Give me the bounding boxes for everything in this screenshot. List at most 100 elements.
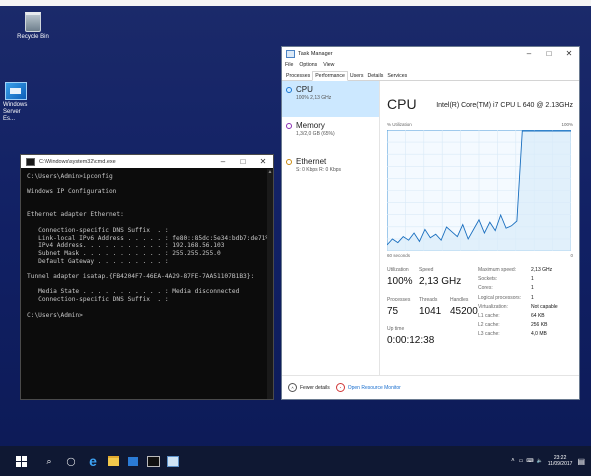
menu-view[interactable]: View (323, 62, 334, 68)
cmd-line: Media State . . . . . . . . . . . : Medi… (27, 288, 240, 296)
menu-options[interactable]: Options (299, 62, 317, 68)
tab-users[interactable]: Users (348, 72, 366, 80)
uptime-value: 0:00:12:38 (387, 335, 435, 346)
spec-value: Not capable (531, 303, 558, 310)
maximize-button[interactable]: □ (233, 157, 253, 166)
cmd-line: Connection-specific DNS Suffix . : (27, 226, 169, 234)
cmd-line (27, 304, 267, 312)
store-icon[interactable] (124, 454, 142, 468)
cpu-indicator-icon (286, 87, 292, 93)
tm-title-bar[interactable]: Task Manager – □ ✕ (282, 47, 579, 60)
cmd-line: Connection-specific DNS Suffix . : (27, 296, 169, 304)
tab-performance[interactable]: Performance (312, 71, 348, 81)
cmd-title-bar[interactable]: C:\Windows\system32\cmd.exe – □ ✕ (21, 155, 273, 168)
windows-server-icon (5, 82, 27, 100)
close-button[interactable]: ✕ (253, 157, 273, 166)
memory-indicator-icon (286, 123, 292, 129)
keyboard-icon[interactable]: ⌨ (526, 458, 533, 464)
screen-bezel (0, 0, 591, 6)
tab-services[interactable]: Services (385, 72, 409, 80)
cmd-window[interactable]: C:\Windows\system32\cmd.exe – □ ✕ C:\Use… (20, 154, 274, 400)
spec-key: Cores: (478, 285, 493, 292)
notifications-icon[interactable]: ▤ (577, 457, 585, 466)
resource-detail: 1,3/2,0 GB (65%) (296, 131, 335, 137)
start-button[interactable] (12, 454, 30, 468)
cmd-line (27, 181, 267, 189)
threads-value: 1041 (419, 306, 442, 317)
spec-value: 2,13 GHz (531, 267, 553, 273)
desktop-icon-label: Recycle Bin (17, 34, 49, 40)
processes-label: Processes (387, 297, 411, 303)
clock-date: 11/09/2017 (547, 461, 573, 467)
threads-label: Threads (419, 297, 438, 303)
task-manager-taskbar-icon[interactable] (164, 454, 182, 468)
spec-value: 1 (531, 285, 534, 292)
clock[interactable]: 23:22 11/09/2017 (548, 455, 573, 467)
tm-footer: ˄ Fewer details ◔ Open Resource Monitor (282, 375, 579, 399)
spec-value: 256 KB (531, 322, 548, 329)
speed-label: Speed (419, 267, 434, 273)
cmd-line (27, 196, 267, 204)
cmd-output[interactable]: C:\Users\Admin>ipconfig Windows IP Config… (21, 168, 273, 324)
task-view-icon[interactable]: ◯ (62, 454, 80, 468)
open-resource-monitor-link[interactable]: Open Resource Monitor (348, 385, 401, 391)
spec-key: L2 cache: (478, 322, 500, 329)
cmd-line: Link-local IPv6 Address . . . . . : fe80… (27, 234, 273, 242)
file-explorer-icon[interactable] (104, 454, 122, 468)
resource-ethernet[interactable]: Ethernet S: 0 Kbps R: 0 Kbps (282, 153, 379, 189)
tm-title: Task Manager (298, 50, 333, 57)
resource-monitor-icon: ◔ (335, 383, 345, 392)
search-icon[interactable]: ⌕ (40, 454, 58, 468)
task-manager-window[interactable]: Task Manager – □ ✕ File Options View Pro… (281, 46, 580, 400)
edge-icon[interactable]: e (84, 453, 102, 469)
show-hidden-icons-icon[interactable]: ˄ (511, 458, 515, 464)
spec-key: L3 cache: (478, 331, 500, 338)
cpu-heading: CPU (387, 96, 417, 112)
cmd-line (27, 265, 267, 273)
resource-cpu[interactable]: CPU 100% 2,13 GHz (282, 81, 379, 117)
cmd-line: Default Gateway . . . . . . . . . : (27, 257, 169, 265)
maximize-button[interactable]: □ (539, 49, 559, 58)
cmd-line (27, 204, 267, 212)
task-manager-icon (286, 49, 295, 58)
spec-key: Logical processors: (478, 294, 522, 301)
tm-menu-bar: File Options View (282, 60, 579, 70)
cmd-line: Ethernet adapter Ethernet: (27, 211, 124, 219)
desktop-icon-windows-server[interactable]: Windows Server Es... (3, 82, 33, 123)
chevron-up-icon[interactable]: ˄ (288, 383, 297, 392)
scroll-up-icon[interactable]: ▲ (267, 169, 273, 175)
cpu-panel: CPU Intel(R) Core(TM) i7 CPU L 640 @ 2.1… (382, 81, 579, 375)
spec-value: 1 (531, 276, 534, 283)
processes-value: 75 (387, 306, 399, 317)
cmd-taskbar-icon[interactable] (144, 454, 162, 468)
speed-value: 2,13 GHz (419, 276, 462, 287)
handles-label: Handles (450, 297, 469, 303)
cmd-line: IPv4 Address. . . . . . . . . . . : 192.… (27, 242, 225, 250)
cmd-scrollbar[interactable]: ▲ (267, 169, 273, 399)
desktop-icon-recycle-bin[interactable]: Recycle Bin (3, 12, 63, 41)
spec-value: 64 KB (531, 313, 545, 319)
recycle-bin-icon (25, 12, 41, 32)
tab-processes[interactable]: Processes (284, 72, 312, 80)
menu-file[interactable]: File (285, 62, 293, 68)
resource-name: CPU (296, 85, 313, 94)
uptime-label: Up time (387, 326, 405, 332)
graph-util-label: % Utilization (387, 122, 412, 127)
tab-details[interactable]: Details (365, 72, 385, 80)
cpu-utilization-graph (387, 130, 571, 251)
windows-logo-icon (15, 455, 27, 467)
close-button[interactable]: ✕ (559, 49, 579, 58)
cmd-line: Windows IP Configuration (27, 188, 117, 196)
resource-memory[interactable]: Memory 1,3/2,0 GB (65%) (282, 117, 379, 153)
desktop-icon-label: Windows Server Es... (3, 102, 28, 122)
network-icon[interactable]: ▭ (519, 458, 524, 464)
graph-time-label: 60 seconds (387, 253, 411, 258)
fewer-details-link[interactable]: Fewer details (300, 385, 330, 391)
cmd-line (27, 281, 267, 289)
minimize-button[interactable]: – (213, 157, 233, 166)
resource-detail: S: 0 Kbps R: 0 Kbps (296, 167, 342, 173)
cmd-line (27, 219, 267, 227)
cmd-line: C:\Users\Admin>ipconfig (27, 173, 113, 180)
minimize-button[interactable]: – (519, 49, 539, 58)
volume-icon[interactable]: 🔈 (537, 458, 543, 464)
